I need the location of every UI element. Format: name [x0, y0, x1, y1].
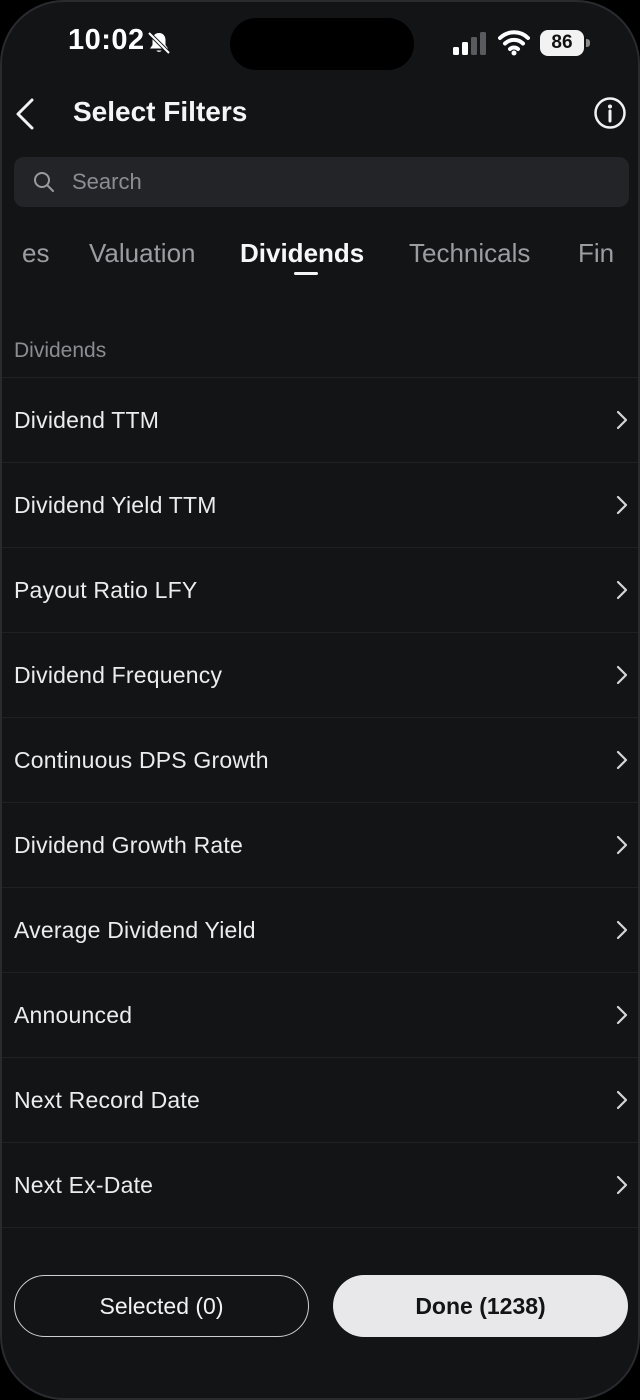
list-item-label: Payout Ratio LFY	[14, 577, 198, 603]
battery-level: 86	[540, 30, 584, 56]
battery-tip	[586, 39, 590, 47]
category-tabs: es Valuation Dividends Technicals Fin	[2, 228, 638, 284]
status-time: 10:02	[68, 24, 145, 56]
tab-dividends[interactable]: Dividends	[240, 238, 364, 269]
active-tab-indicator	[294, 272, 318, 275]
list-item-label: Dividend Yield TTM	[14, 492, 217, 518]
signal-icon	[453, 32, 486, 55]
list-item-label: Dividend Growth Rate	[14, 832, 243, 858]
list-item[interactable]: Dividend TTM	[2, 378, 638, 463]
tab-valuation[interactable]: Valuation	[89, 238, 196, 269]
chevron-left-icon[interactable]	[10, 94, 42, 134]
list-item[interactable]: Payout Ratio LFY	[2, 548, 638, 633]
battery-icon: 86	[540, 30, 590, 56]
list-item[interactable]: Dividend Yield TTM	[2, 463, 638, 548]
list-item-label: Next Record Date	[14, 1087, 200, 1113]
chevron-right-icon	[616, 665, 628, 685]
tab-technicals[interactable]: Technicals	[409, 238, 530, 269]
search-bar[interactable]	[14, 157, 629, 207]
filter-list: Dividend TTM Dividend Yield TTM Payout R…	[2, 377, 638, 1228]
selected-button[interactable]: Selected (0)	[14, 1275, 309, 1337]
chevron-right-icon	[616, 495, 628, 515]
search-input[interactable]	[72, 157, 612, 207]
tab-fin[interactable]: Fin	[578, 238, 614, 269]
list-item-label: Continuous DPS Growth	[14, 747, 269, 773]
list-item[interactable]: Continuous DPS Growth	[2, 718, 638, 803]
list-item[interactable]: Dividend Frequency	[2, 633, 638, 718]
bell-slash-icon	[147, 31, 171, 55]
app-screen: 10:02 86 Select Filters Search es Valuat…	[0, 0, 640, 1400]
list-item-label: Announced	[14, 1002, 133, 1028]
search-icon	[34, 172, 54, 192]
list-item[interactable]: Average Dividend Yield	[2, 888, 638, 973]
chevron-right-icon	[616, 920, 628, 940]
list-item-label: Average Dividend Yield	[14, 917, 256, 943]
chevron-right-icon	[616, 1090, 628, 1110]
status-bar: 10:02 86	[2, 2, 638, 86]
chevron-right-icon	[616, 1175, 628, 1195]
list-item[interactable]: Announced	[2, 973, 638, 1058]
chevron-right-icon	[616, 750, 628, 770]
dynamic-island	[230, 18, 414, 70]
header: Select Filters	[2, 86, 638, 142]
list-item-label: Dividend Frequency	[14, 662, 223, 688]
list-item-label: Next Ex-Date	[14, 1172, 154, 1198]
chevron-right-icon	[616, 835, 628, 855]
list-item[interactable]: Next Record Date	[2, 1058, 638, 1143]
chevron-right-icon	[616, 1005, 628, 1025]
list-item[interactable]: Dividend Growth Rate	[2, 803, 638, 888]
section-title: Dividends	[14, 339, 107, 362]
list-item[interactable]: Next Ex-Date	[2, 1143, 638, 1228]
wifi-icon	[498, 30, 530, 56]
tab-es[interactable]: es	[22, 238, 49, 269]
page-title: Select Filters	[73, 96, 248, 127]
chevron-right-icon	[616, 580, 628, 600]
list-item-label: Dividend TTM	[14, 407, 160, 433]
done-button[interactable]: Done (1238)	[333, 1275, 628, 1337]
chevron-right-icon	[616, 410, 628, 430]
info-circle-icon[interactable]	[593, 96, 627, 130]
